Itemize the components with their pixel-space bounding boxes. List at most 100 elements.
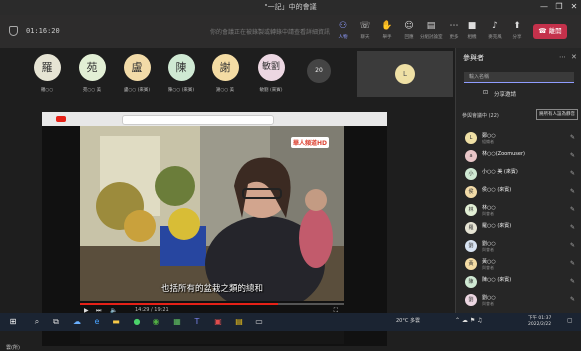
tray-icons[interactable]: ⌃ ☁ ⚑ ♫ xyxy=(455,317,483,324)
spreadsheet-icon[interactable]: ▦ xyxy=(172,317,182,327)
notes-icon[interactable]: ▤ xyxy=(234,317,244,327)
participant-row[interactable]: L 鄭○○ 組織者 ✎ xyxy=(465,130,577,147)
react-button[interactable]: ☺ 回應 xyxy=(398,21,420,40)
search-icon[interactable]: ⌕ xyxy=(32,317,42,327)
avatar: 羅 xyxy=(465,222,477,234)
participant-row[interactable]: 黃 黃○○ 與會者 ✎ xyxy=(465,256,577,273)
mute-all-button[interactable]: 將所有人設為靜音 xyxy=(536,109,578,120)
participant-name: 陳○○ (來賓) xyxy=(167,88,195,93)
avatar: 謝 xyxy=(211,54,239,81)
participant-avatar[interactable]: 盧 盧○○ (來賓) xyxy=(119,54,155,93)
avatar: 劉 xyxy=(465,294,477,306)
search-input[interactable]: 輸入名稱 xyxy=(464,72,574,83)
more-icon[interactable]: ⋯ xyxy=(559,53,566,61)
window-app-icon[interactable]: ▭ xyxy=(254,317,264,327)
participant-row[interactable]: 羅 羅○○ (來賓) ✎ xyxy=(465,220,577,237)
folder-icon[interactable]: ▬ xyxy=(111,317,121,327)
task-view-icon[interactable]: ⧉ xyxy=(51,317,61,327)
edge-icon[interactable]: e xyxy=(92,317,102,327)
participant-avatar[interactable]: 羅 羅○○ xyxy=(29,54,65,93)
share-invite-icon: ⊡ xyxy=(483,89,489,96)
close-icon[interactable]: ✕ xyxy=(566,1,581,13)
share-button[interactable]: ⬆ 分享 xyxy=(506,21,528,40)
camera-button[interactable]: ■ 相機 xyxy=(461,21,483,40)
shared-screen: 華人頻道HD 也括所有的盆栽之類的總和 ▶ ⏭ 🔈 14:29 / 19:21 … xyxy=(42,112,387,346)
address-bar xyxy=(122,115,274,125)
participant-row[interactable]: 陳 陳○○ (來賓) ✎ xyxy=(465,274,577,291)
participant-name: 盧○○ (來賓) xyxy=(123,88,151,93)
windows-start-icon[interactable]: ⊞ xyxy=(8,317,18,327)
avatar: 盧 xyxy=(123,54,151,81)
participant-avatar[interactable]: 謝 謝○○ 美 xyxy=(207,54,243,93)
avatar: 苑 xyxy=(78,54,106,81)
cloud-app-icon[interactable]: ☁ xyxy=(72,317,82,327)
panel-title: 參與者 xyxy=(463,54,484,62)
participants-panel: 參與者 ⋯ ✕ 輸入名稱 ⊡ 分享邀請 參與會議中 (22) 將所有人設為靜音 … xyxy=(455,48,581,313)
participant-name: 羅○○ xyxy=(40,88,54,93)
participant-name: 謝○○ 美 xyxy=(215,88,235,93)
participant-avatar[interactable]: 苑 苑○○ 美 xyxy=(74,54,110,93)
avatar: a xyxy=(465,150,477,162)
minimize-icon[interactable]: — xyxy=(536,1,552,13)
people-button[interactable]: ⚇ 人物 xyxy=(332,21,354,40)
participant-row[interactable]: 劉 劉○○ 與會者 ✎ xyxy=(465,292,577,309)
mic-off-icon: ✎ xyxy=(569,296,575,303)
mic-off-icon: ✎ xyxy=(569,152,575,159)
mic-button[interactable]: ♪ 麥克風 xyxy=(484,21,506,40)
avatar: 侯 xyxy=(465,186,477,198)
camera-icon: ■ xyxy=(467,21,477,31)
video-progress-bar[interactable] xyxy=(80,303,344,305)
participant-avatar[interactable]: 陳 陳○○ (來賓) xyxy=(163,54,199,93)
participant-row[interactable]: 劉 劉○○ 與會者 ✎ xyxy=(465,238,577,255)
more-participants-badge[interactable]: 20 xyxy=(307,59,331,83)
window-title: "一記」中的會議 xyxy=(264,3,317,11)
restore-icon[interactable]: ❐ xyxy=(551,1,567,13)
taskbar: ⊞ ⌕ ⧉ ☁ e ▬ ● ◉ ▦ T ▣ ▤ ▭ 20°C 多雲 ⌃ ☁ ⚑ … xyxy=(0,313,581,331)
clock-time: 下午 01:37 xyxy=(528,316,552,321)
participant-name: 敏劉 (來賓) xyxy=(259,88,283,93)
mic-off-icon: ✎ xyxy=(569,170,575,177)
channel-logo: 華人頻道HD xyxy=(290,137,329,148)
meeting-timer: 01:16:20 xyxy=(26,27,60,35)
progress-fill xyxy=(80,303,278,305)
mic-off-icon: ✎ xyxy=(569,224,575,231)
video-scene xyxy=(80,126,344,301)
avatar: L xyxy=(395,64,415,84)
rooms-icon: ▤ xyxy=(426,21,436,31)
participant-row[interactable]: 小 小○○ 美 (來賓) ✎ xyxy=(465,166,577,183)
title-bar: "一記」中的會議 — ❐ ✕ xyxy=(0,0,581,15)
participant-avatar[interactable]: 敏劉 敏劉 (來賓) xyxy=(253,54,289,93)
mic-off-icon: ✎ xyxy=(569,242,575,249)
notification-icon[interactable]: ▢ xyxy=(567,317,573,324)
weather-widget[interactable]: 20°C 多雲 xyxy=(396,317,420,324)
share-invite-button[interactable]: 分享邀請 xyxy=(494,90,516,98)
participant-row[interactable]: 侯 侯○○ (來賓) ✎ xyxy=(465,184,577,201)
mic-off-icon: ✎ xyxy=(569,260,575,267)
avatar: 敏劉 xyxy=(257,54,285,81)
browser-toolbar xyxy=(42,112,387,126)
rooms-button[interactable]: ▤ 分組討論室 xyxy=(420,21,443,40)
chat-button[interactable]: ☏ 聊天 xyxy=(354,21,376,40)
teams-icon[interactable]: T xyxy=(192,317,202,327)
mic-off-icon: ✎ xyxy=(569,134,575,141)
participant-row[interactable]: a 林○○(Zoomuser) ✎ xyxy=(465,148,577,165)
video-subtitle: 也括所有的盆栽之類的總和 xyxy=(160,284,263,294)
leave-button[interactable]: ☎ 離開 xyxy=(533,24,567,39)
presenter-label: 雲(所) xyxy=(6,345,20,351)
close-icon[interactable]: ✕ xyxy=(571,53,577,61)
mic-off-icon: ✎ xyxy=(569,278,575,285)
avatar: 羅 xyxy=(33,54,61,81)
mic-off-icon: ✎ xyxy=(569,206,575,213)
app-icon[interactable]: ▣ xyxy=(213,317,223,327)
avatar: 林 xyxy=(465,204,477,216)
shield-icon xyxy=(9,26,18,36)
participant-row[interactable]: 林 林○○ 與會者 ✎ xyxy=(465,202,577,219)
phone-icon: ☎ xyxy=(538,27,547,35)
chrome-icon[interactable]: ◉ xyxy=(151,317,161,327)
raise-hand-button[interactable]: ✋ 舉手 xyxy=(376,21,398,40)
react-icon: ☺ xyxy=(404,21,414,31)
video-frame[interactable]: 華人頻道HD 也括所有的盆栽之類的總和 xyxy=(80,126,344,301)
avatar: 小 xyxy=(465,168,477,180)
section-label[interactable]: 參與會議中 (22) xyxy=(462,112,499,119)
line-icon[interactable]: ● xyxy=(132,317,142,327)
